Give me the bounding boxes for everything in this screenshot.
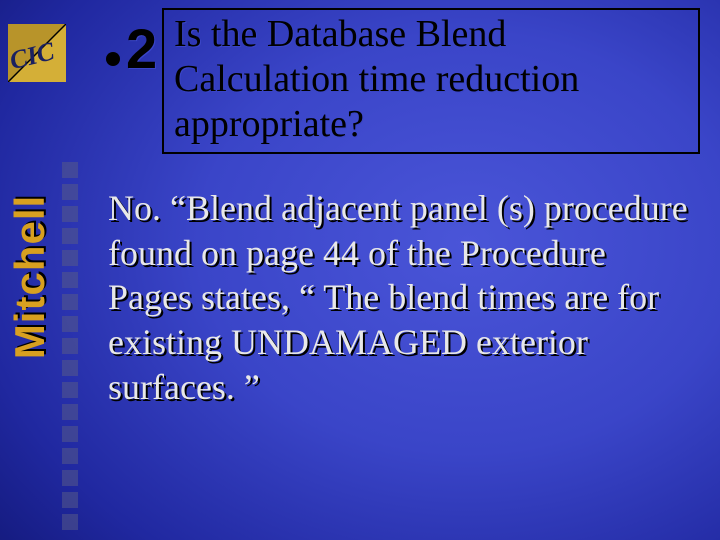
bullet-number: 2 [126,16,157,81]
question-text: Is the Database Blend Calculation time r… [174,13,579,145]
cic-logo: CIC [8,24,66,82]
bullet-dot-icon [106,52,120,66]
answer-text: No. “Blend adjacent panel (s) procedure … [108,186,688,409]
vertical-brand-label: Mitchell [4,182,56,372]
decorative-square-column [62,162,84,530]
question-box: Is the Database Blend Calculation time r… [162,8,700,154]
vertical-brand-text: Mitchell [6,195,54,359]
